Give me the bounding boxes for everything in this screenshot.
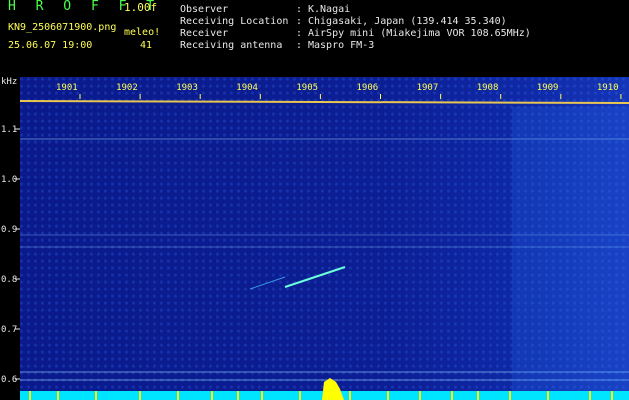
info-label-antenna: Receiving antenna	[180, 40, 283, 51]
x-tick-label: 1903	[176, 83, 198, 93]
noise-region	[512, 107, 629, 400]
datetime-label: 25.06.07 19:00	[8, 40, 93, 51]
signal-burst	[322, 378, 344, 400]
filename-label: KN9_2506071900.png	[8, 22, 117, 33]
info-label-observer: Observer	[180, 4, 229, 15]
x-tick-label: 1907	[417, 83, 439, 93]
info-value-receiver: AirSpy mini (Miakejima VOR 108.65MHz)	[308, 28, 531, 39]
y-tick-label: 0.6	[1, 375, 17, 385]
meteor-echo	[249, 276, 286, 290]
count-label: 41	[140, 40, 153, 51]
x-tick-label: 1909	[537, 83, 559, 93]
x-axis-ticks: 1901 1902 1903 1904 1905 1906 1907 1908 1909 1910	[56, 83, 622, 99]
meteor-echo	[284, 266, 346, 288]
info-label-receiver: Receiver	[180, 28, 229, 39]
info-separator: :	[296, 4, 303, 15]
y-tick-label: 1.0	[1, 175, 17, 185]
x-tick-label: 1901	[56, 83, 78, 93]
info-value-observer: K.Nagai	[308, 4, 351, 15]
info-value-location: Chigasaki, Japan (139.414 35.340)	[308, 16, 507, 27]
info-separator: :	[296, 16, 303, 27]
info-separator: :	[296, 40, 303, 51]
y-tick-label: 0.8	[1, 275, 17, 285]
app-version: 1.00f	[124, 1, 158, 14]
info-label-location: Receiving Location	[180, 16, 289, 27]
info-separator: :	[296, 28, 303, 39]
signal-features	[19, 100, 629, 400]
y-axis-unit-label: kHz	[1, 77, 17, 87]
header-panel: H R O F F T 1.00f KN9_2506071900.png mel…	[0, 0, 629, 76]
x-tick-label: 1904	[236, 83, 258, 93]
carrier-trace	[19, 100, 629, 104]
x-tick-label: 1906	[357, 83, 379, 93]
x-tick-label: 1905	[296, 83, 318, 93]
y-tick-label: 1.1	[1, 125, 17, 135]
x-tick-label: 1908	[477, 83, 499, 93]
mode-label: meleo!	[124, 27, 161, 38]
info-value-antenna: Maspro FM-3	[308, 40, 375, 51]
y-tick-label: 0.7	[1, 325, 17, 335]
x-tick-label: 1910	[597, 83, 619, 93]
y-axis-ticks: 1.1 1.0 0.9 0.8 0.7 0.6	[1, 125, 20, 385]
spectrogram-plot: kHz 1.11.00.90.80.70.6 1901 1902 1903 1904 1…	[1, 77, 629, 400]
x-tick-label: 1902	[116, 83, 138, 93]
y-tick-label: 0.9	[1, 225, 17, 235]
